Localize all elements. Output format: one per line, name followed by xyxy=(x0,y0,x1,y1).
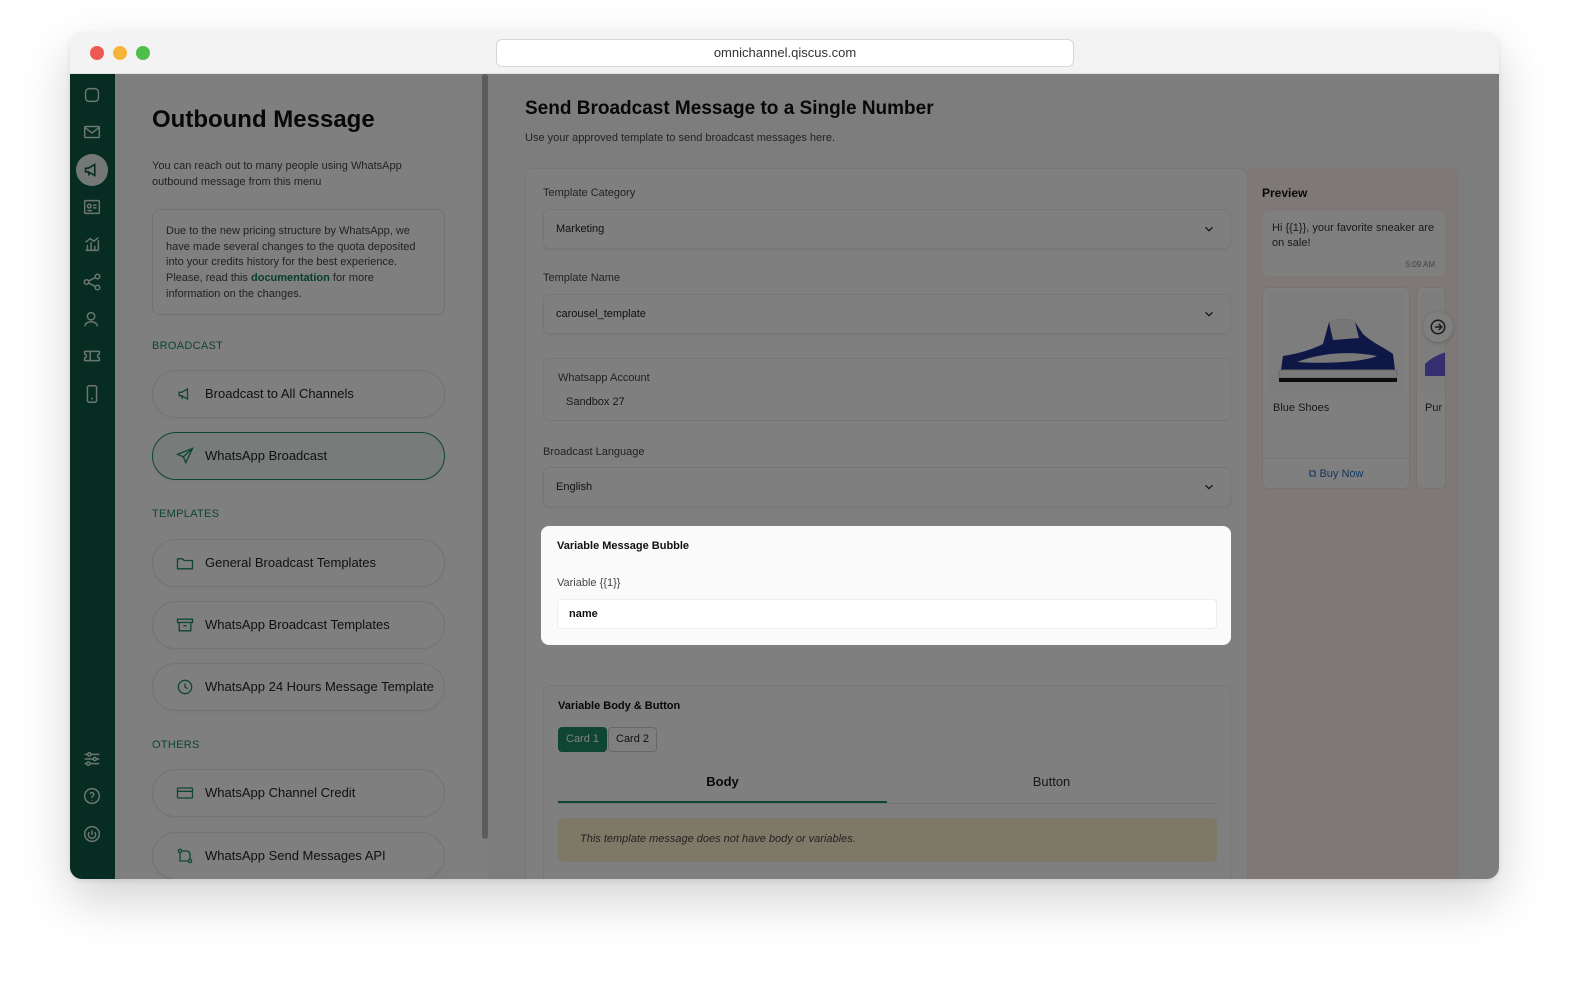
app-content: Outbound Message You can reach out to ma… xyxy=(70,74,1499,879)
maximize-window-button[interactable] xyxy=(136,46,150,60)
minimize-window-button[interactable] xyxy=(113,46,127,60)
variable-bubble-title: Variable Message Bubble xyxy=(557,540,690,552)
variable-1-input[interactable] xyxy=(557,599,1217,629)
variable-1-label: Variable {{1}} xyxy=(557,577,621,589)
variable-message-bubble-card: Variable Message Bubble Variable {{1}} xyxy=(541,526,1231,645)
close-window-button[interactable] xyxy=(90,46,104,60)
browser-titlebar: omnichannel.qiscus.com xyxy=(70,32,1499,74)
browser-window: omnichannel.qiscus.com Outbound Message … xyxy=(70,32,1499,879)
modal-overlay[interactable] xyxy=(70,74,1499,879)
address-bar[interactable]: omnichannel.qiscus.com xyxy=(496,39,1074,67)
